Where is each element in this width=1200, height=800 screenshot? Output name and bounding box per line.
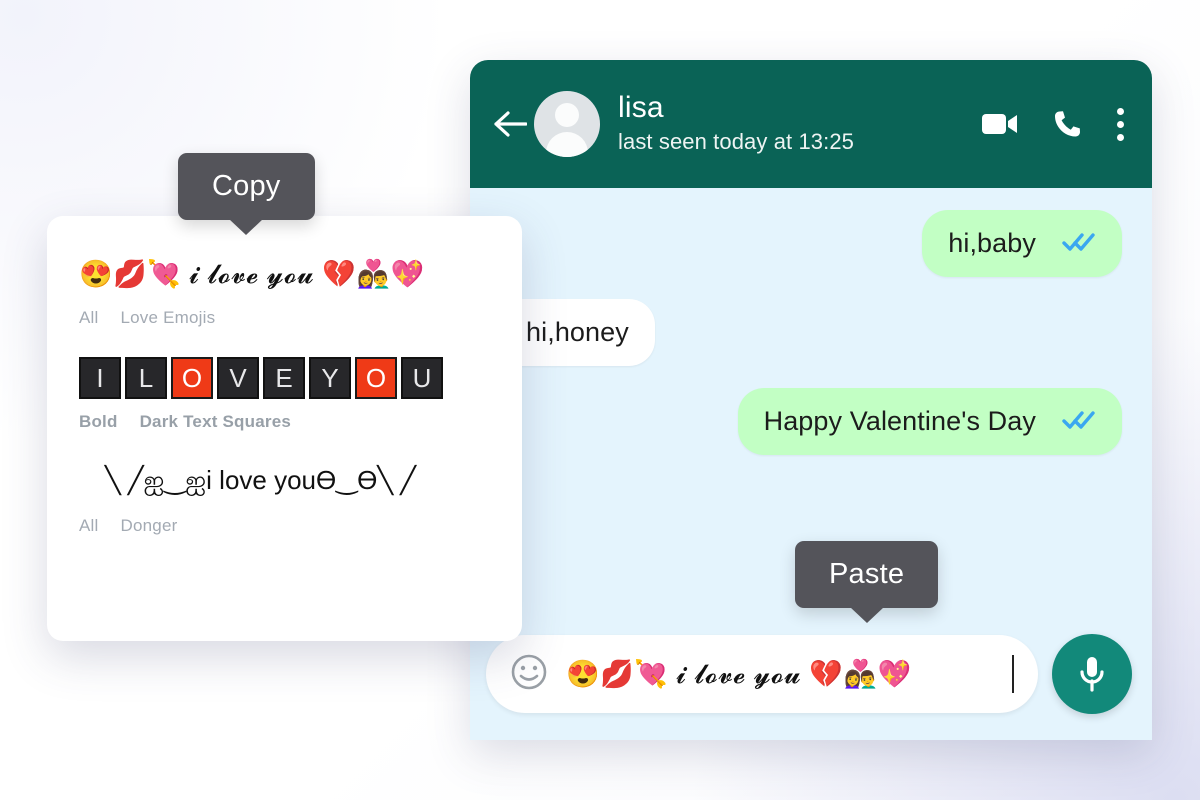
message-bubble-outgoing[interactable]: Happy Valentine's Day: [737, 388, 1122, 455]
contact-name: lisa: [618, 91, 664, 125]
tag-chip[interactable]: All: [79, 516, 99, 536]
letter-square-highlighted: O: [355, 357, 397, 399]
letter-square: V: [217, 357, 259, 399]
letter-squares-art[interactable]: I L O V E Y O U: [79, 356, 490, 400]
double-check-icon: [1062, 406, 1096, 437]
copy-tooltip[interactable]: Copy: [178, 153, 315, 220]
picker-entry: 😍💋💘 𝓲 𝓵𝓸𝓿𝓮 𝔂𝓸𝓾 💔👩‍❤️‍👨💖 All Love Emojis: [47, 252, 522, 328]
tag-chip[interactable]: All: [79, 308, 99, 328]
letter-square: E: [263, 357, 305, 399]
phone-icon[interactable]: [1053, 109, 1083, 139]
paste-tooltip[interactable]: Paste: [795, 541, 939, 608]
letter-square: Y: [309, 357, 351, 399]
whatsapp-chat-panel: lisa last seen today at 13:25 hi,baby hi…: [470, 60, 1152, 740]
letter-square: I: [79, 357, 121, 399]
tag-chip[interactable]: Donger: [121, 516, 178, 536]
back-arrow-icon[interactable]: [490, 104, 530, 144]
message-row: hi,baby: [470, 210, 1152, 277]
chat-header-actions: [981, 107, 1130, 141]
chat-message-list: hi,baby hi,honey Happy Valentine's Day 😍…: [470, 188, 1152, 740]
picker-entry: I L O V E Y O U Bold Dark Text Squares: [47, 356, 522, 432]
message-input-value[interactable]: 😍💋💘 𝓲 𝓵𝓸𝓿𝓮 𝔂𝓸𝓾 💔👩‍❤️‍👨💖: [566, 658, 1000, 691]
message-bubble-outgoing[interactable]: hi,baby: [922, 210, 1122, 277]
message-row: hi,honey: [470, 299, 1152, 366]
message-row: Happy Valentine's Day: [470, 388, 1152, 455]
picker-entry: ╲ ╱ஐ‿ஐi love youӨ‿Ө╲ ╱ All Donger: [47, 460, 522, 536]
tag-chip[interactable]: Bold: [79, 412, 118, 432]
text-cursor: [1012, 655, 1014, 693]
chat-header: lisa last seen today at 13:25: [470, 60, 1152, 188]
entry-tags: Bold Dark Text Squares: [79, 412, 490, 432]
tag-chip[interactable]: Love Emojis: [121, 308, 216, 328]
message-text: Happy Valentine's Day: [763, 406, 1036, 436]
message-text: hi,honey: [526, 317, 629, 347]
microphone-button[interactable]: [1052, 634, 1132, 714]
screenshot-stage: lisa last seen today at 13:25 hi,baby hi…: [0, 0, 1200, 800]
smiley-face-icon[interactable]: [510, 653, 548, 696]
avatar[interactable]: [534, 91, 600, 157]
message-input-field[interactable]: 😍💋💘 𝓲 𝓵𝓸𝓿𝓮 𝔂𝓸𝓾 💔👩‍❤️‍👨💖: [486, 635, 1038, 713]
letter-square: L: [125, 357, 167, 399]
chat-header-text: lisa last seen today at 13:25: [618, 92, 981, 155]
emoji-art-text[interactable]: 😍💋💘 𝓲 𝓵𝓸𝓿𝓮 𝔂𝓸𝓾 💔👩‍❤️‍👨💖: [79, 252, 490, 296]
contact-status: last seen today at 13:25: [618, 129, 855, 155]
double-check-icon: [1062, 228, 1096, 259]
tag-chip[interactable]: Dark Text Squares: [140, 412, 291, 432]
message-input-row: 😍💋💘 𝓲 𝓵𝓸𝓿𝓮 𝔂𝓸𝓾 💔👩‍❤️‍👨💖: [470, 634, 1152, 714]
emoji-picker-card: 😍💋💘 𝓲 𝓵𝓸𝓿𝓮 𝔂𝓸𝓾 💔👩‍❤️‍👨💖 All Love Emojis …: [47, 216, 522, 641]
entry-tags: All Love Emojis: [79, 308, 490, 328]
letter-square-highlighted: O: [171, 357, 213, 399]
more-vertical-icon[interactable]: [1117, 107, 1124, 141]
message-text: hi,baby: [948, 228, 1036, 258]
letter-square: U: [401, 357, 443, 399]
entry-tags: All Donger: [79, 516, 490, 536]
video-camera-icon[interactable]: [981, 111, 1019, 137]
kaomoji-art-text[interactable]: ╲ ╱ஐ‿ஐi love youӨ‿Ө╲ ╱: [79, 460, 490, 504]
